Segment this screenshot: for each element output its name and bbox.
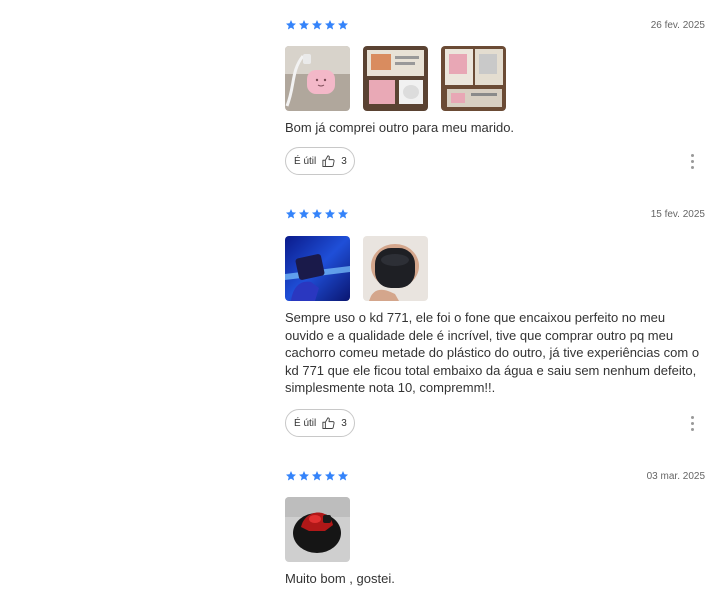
review-text: Sempre uso o kd 771, ele foi o fone que …	[285, 310, 700, 396]
star-icon	[286, 20, 296, 30]
star-icon	[299, 209, 309, 219]
review-card: 15 fev. 2025 Sempre uso o kd 771, ele fo…	[285, 208, 705, 440]
thumbs-up-icon	[322, 154, 335, 167]
review-photo-boxes[interactable]	[441, 46, 506, 111]
thumbs-up-icon	[322, 416, 335, 429]
useful-label: É útil	[294, 417, 317, 429]
review-card: 26 fev. 2025 Bom já comprei outro para m…	[285, 19, 705, 179]
review-text: Muito bom , gostei.	[285, 571, 395, 586]
more-options-icon[interactable]	[691, 154, 695, 169]
star-icon	[299, 471, 309, 481]
star-icon	[338, 209, 348, 219]
star-icon	[299, 20, 309, 30]
useful-count: 3	[341, 155, 347, 167]
review-photo-red-case[interactable]	[285, 497, 350, 562]
review-photo-pink-case[interactable]	[285, 46, 350, 111]
star-icon	[312, 20, 322, 30]
review-text: Bom já comprei outro para meu marido.	[285, 120, 515, 135]
star-icon	[325, 209, 335, 219]
star-icon	[312, 209, 322, 219]
review-photos	[285, 236, 428, 301]
star-icon	[338, 20, 348, 30]
more-options-icon[interactable]	[691, 416, 695, 431]
useful-button[interactable]: É útil 3	[285, 409, 355, 437]
star-icon	[325, 471, 335, 481]
useful-label: É útil	[294, 155, 317, 167]
star-rating	[285, 470, 349, 482]
review-photos	[285, 46, 506, 111]
useful-button[interactable]: É útil 3	[285, 147, 355, 175]
review-date: 26 fev. 2025	[650, 20, 705, 31]
useful-count: 3	[341, 417, 347, 429]
review-photo-blue-light[interactable]	[285, 236, 350, 301]
review-photo-black-case[interactable]	[363, 236, 428, 301]
star-rating	[285, 19, 349, 31]
review-card: 03 mar. 2025 Muito bom , gostei.	[285, 470, 705, 590]
review-date: 15 fev. 2025	[650, 209, 705, 220]
star-icon	[286, 209, 296, 219]
review-photo-box[interactable]	[363, 46, 428, 111]
star-icon	[312, 471, 322, 481]
review-date: 03 mar. 2025	[646, 471, 705, 482]
star-rating	[285, 208, 349, 220]
star-icon	[338, 471, 348, 481]
star-icon	[325, 20, 335, 30]
star-icon	[286, 471, 296, 481]
review-photos	[285, 497, 350, 562]
